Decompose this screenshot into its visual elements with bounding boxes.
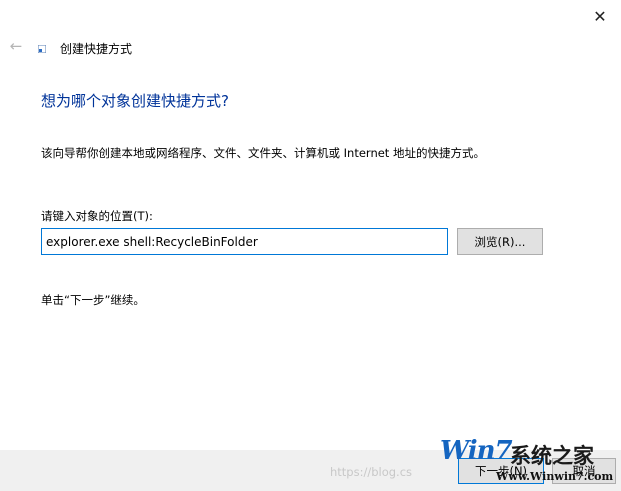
site-logo-watermark: Win7 系统之家 Www.Winwin7.com [440, 436, 618, 488]
dialog-title: 创建快捷方式 [60, 42, 133, 56]
browse-button[interactable]: 浏览(R)... [457, 228, 543, 255]
continue-hint: 单击“下一步”继续。 [41, 293, 145, 307]
close-icon: ✕ [593, 6, 607, 26]
back-arrow-icon: ← [9, 37, 23, 55]
location-label: 请键入对象的位置(T): [41, 209, 153, 223]
create-shortcut-dialog: ✕ ← 创建快捷方式 想为哪个对象创建快捷方式? 该向导帮你创建本地或网络程序、… [0, 0, 621, 491]
watermark-url: https://blog.cs [330, 465, 413, 479]
back-button[interactable]: ← [4, 34, 28, 58]
close-button[interactable]: ✕ [580, 0, 620, 32]
page-heading: 想为哪个对象创建快捷方式? [41, 92, 229, 110]
logo-url-text: Www.Winwin7.com [496, 470, 614, 483]
location-input[interactable] [41, 228, 448, 255]
logo-win-text: Win7 [440, 436, 513, 466]
logo-cn-text: 系统之家 [510, 444, 594, 468]
shortcut-wizard-icon [38, 45, 46, 53]
page-description: 该向导帮你创建本地或网络程序、文件、文件夹、计算机或 Internet 地址的快… [41, 146, 485, 160]
